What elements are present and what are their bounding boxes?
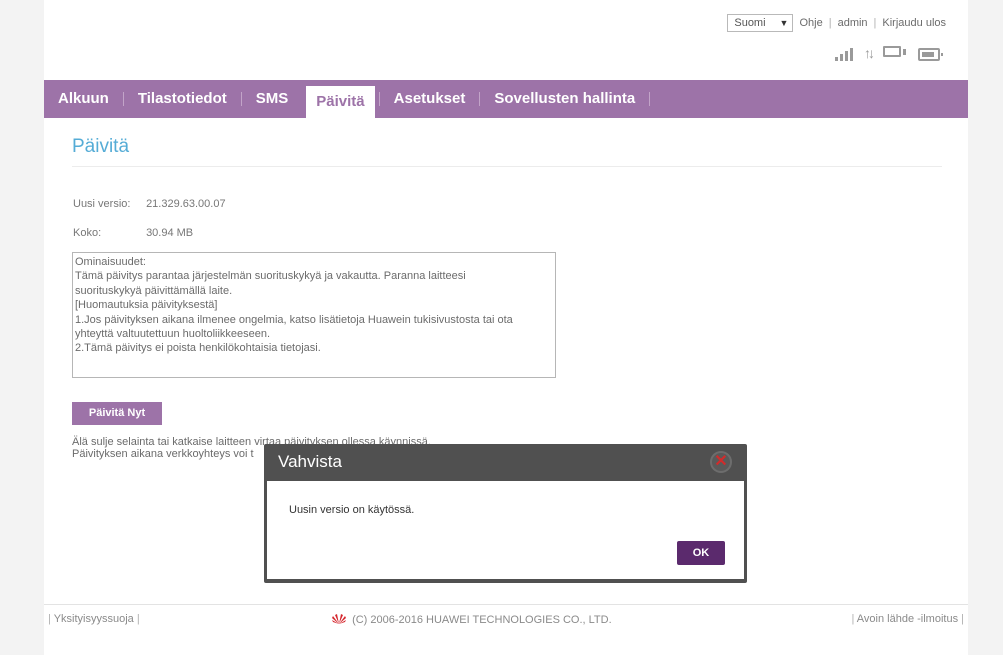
footer-copyright: (C) 2006-2016 HUAWEI TECHNOLOGIES CO., L…: [332, 613, 612, 626]
copyright-text: (C) 2006-2016 HUAWEI TECHNOLOGIES CO., L…: [352, 614, 612, 626]
update-now-button[interactable]: Päivitä Nyt: [72, 402, 162, 425]
up-down-arrows-icon: ↑↓: [864, 45, 875, 61]
notes-line: yhteyttä valtuutettuun huoltoliikkeeseen…: [75, 328, 271, 341]
dropdown-arrow-icon: ▼: [779, 18, 789, 28]
nav-sms[interactable]: SMS: [242, 80, 303, 118]
nav-update[interactable]: Päivitä: [306, 86, 375, 118]
notes-line: suorituskykyä päivittämällä laite.: [75, 284, 233, 297]
dialog-title: Vahvista: [278, 452, 342, 471]
language-select[interactable]: Suomi ▼: [727, 14, 794, 32]
title-divider: [72, 166, 942, 167]
dialog-body: Uusin versio on käytössä. OK: [267, 481, 744, 579]
size-row: Koko: 30.94 MB: [73, 227, 193, 239]
ok-button[interactable]: OK: [677, 541, 725, 565]
dialog-message: Uusin versio on käytössä.: [289, 504, 415, 516]
notes-line: Ominaisuudet:: [75, 256, 146, 268]
nav-divider: [649, 92, 651, 106]
footer-open-source: | Avoin lähde -ilmoitus |: [851, 613, 964, 625]
user-name: admin: [837, 17, 868, 29]
nav-app-management[interactable]: Sovellusten hallinta: [480, 80, 649, 118]
close-button[interactable]: ✕: [710, 451, 732, 473]
new-version-value: 21.329.63.00.07: [146, 198, 226, 210]
footer-privacy: | Yksityisyyssuoja |: [48, 613, 140, 625]
help-link[interactable]: Ohje: [799, 17, 822, 29]
language-value: Suomi: [734, 17, 766, 29]
notes-line: 1.Jos päivityksen aikana ilmenee ongelmi…: [75, 313, 513, 326]
new-version-label: Uusi versio:: [73, 198, 131, 210]
nav-settings[interactable]: Asetukset: [380, 80, 480, 118]
nav-home[interactable]: Alkuun: [44, 80, 123, 118]
logout-link[interactable]: Kirjaudu ulos: [882, 17, 946, 29]
top-bar: Suomi ▼ Ohje | admin | Kirjaudu ulos: [727, 14, 946, 32]
main-nav: Alkuun Tilastotiedot SMS Päivitä Asetuks…: [44, 80, 968, 118]
notes-line: 2.Tämä päivitys ei poista henkilökohtais…: [75, 342, 321, 355]
huawei-logo-icon: [332, 614, 346, 624]
status-icons: ↑↓: [835, 45, 943, 61]
privacy-link[interactable]: Yksityisyyssuoja: [54, 613, 134, 625]
notes-line: [Huomautuksia päivityksestä]: [75, 299, 218, 312]
open-source-link[interactable]: Avoin lähde -ilmoitus: [857, 613, 958, 625]
divider: |: [873, 17, 877, 29]
size-label: Koko:: [73, 227, 102, 239]
signal-bars-icon: [835, 47, 853, 61]
page-title: Päivitä: [72, 136, 130, 157]
new-version-row: Uusi versio: 21.329.63.00.07: [73, 198, 226, 210]
release-notes-box[interactable]: Ominaisuudet: Tämä päivitys parantaa jär…: [72, 252, 556, 378]
size-value: 30.94 MB: [146, 227, 194, 239]
close-icon: ✕: [714, 453, 728, 470]
monitor-icon: [883, 46, 907, 61]
divider: |: [828, 17, 832, 29]
battery-icon: [918, 48, 943, 61]
footer-divider: [44, 604, 968, 605]
notes-line: Tämä päivitys parantaa järjestelmän suor…: [75, 270, 466, 283]
confirm-dialog: Vahvista ✕ Uusin versio on käytössä. OK: [264, 444, 747, 583]
nav-statistics[interactable]: Tilastotiedot: [124, 80, 241, 118]
